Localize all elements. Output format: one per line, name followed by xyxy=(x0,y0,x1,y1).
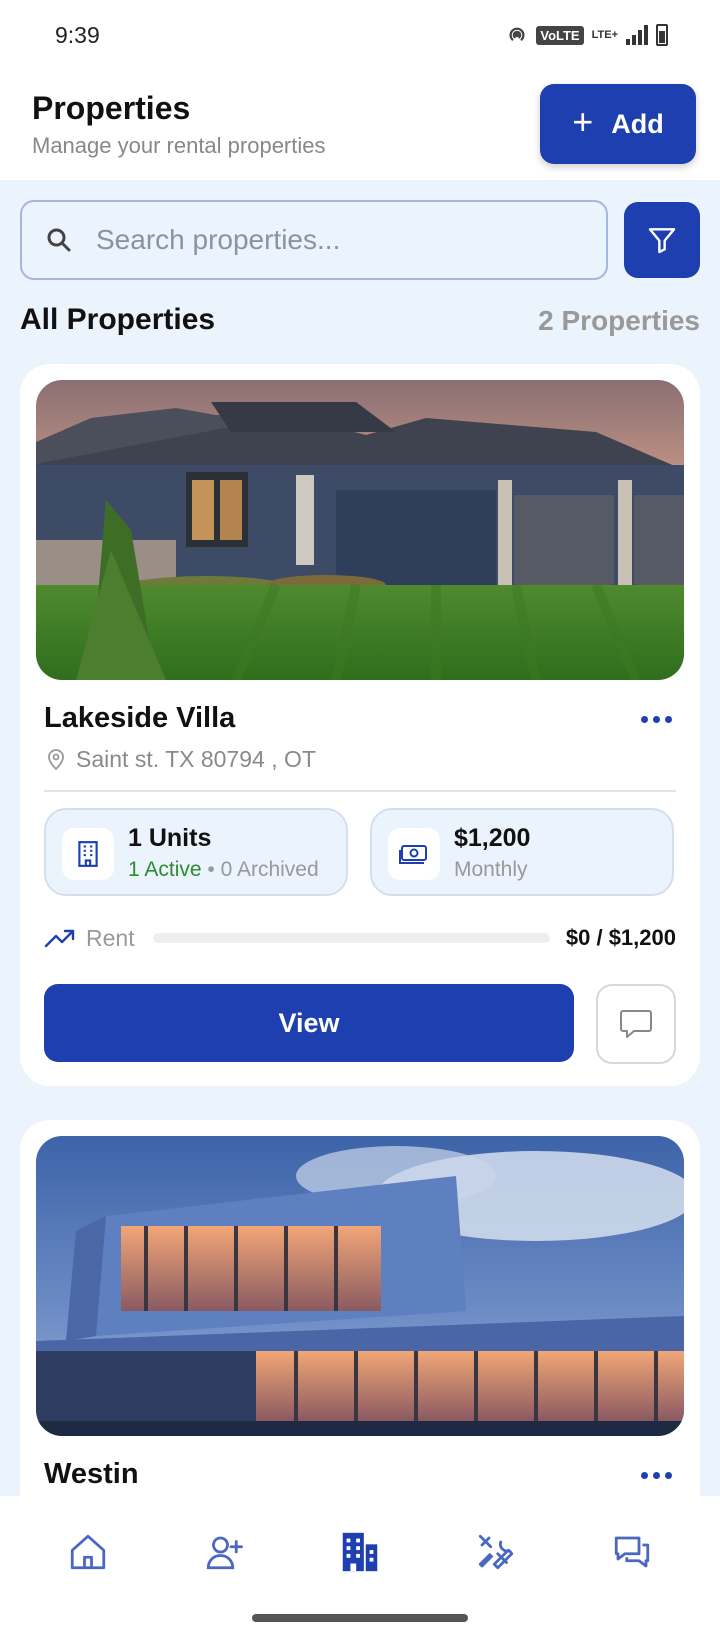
dot-icon xyxy=(641,1472,648,1479)
nav-add-tenant[interactable] xyxy=(196,1524,252,1580)
chat-button[interactable] xyxy=(596,984,676,1064)
view-button[interactable]: View xyxy=(44,984,574,1062)
property-address: Saint st. TX 80794 , OT xyxy=(44,746,316,773)
rent-progress-bar xyxy=(152,933,550,943)
add-tenant-icon xyxy=(206,1536,243,1570)
more-options-button[interactable] xyxy=(641,716,672,723)
units-stat: 1 Units 1 Active • 0 Archived xyxy=(44,808,348,896)
separator-dot: • xyxy=(207,858,215,881)
property-card: Westin xyxy=(20,1120,700,1540)
divider xyxy=(44,790,676,792)
rent-period: Monthly xyxy=(454,858,528,881)
signal-icon xyxy=(626,25,648,45)
hotspot-icon xyxy=(509,27,525,41)
home-icon xyxy=(70,1534,106,1570)
trending-up-icon xyxy=(44,929,75,948)
filter-button[interactable] xyxy=(624,202,700,278)
dot-icon xyxy=(665,1472,672,1479)
page-header: Properties Manage your rental properties… xyxy=(0,70,720,180)
property-name: Westin xyxy=(44,1458,139,1490)
money-icon xyxy=(388,828,440,880)
search-input[interactable]: Search properties... xyxy=(20,200,608,280)
nav-properties[interactable] xyxy=(332,1524,388,1580)
rent-progress-row: Rent $0 / $1,200 xyxy=(44,920,676,956)
rent-stat: $1,200 Monthly xyxy=(370,808,674,896)
nav-messages[interactable] xyxy=(604,1524,660,1580)
active-count: 1 Active xyxy=(128,858,202,881)
add-button-label: Add xyxy=(611,108,664,139)
units-count: 1 Units xyxy=(128,824,212,852)
status-time: 9:39 xyxy=(55,22,100,48)
messages-icon xyxy=(614,1536,650,1568)
property-photo[interactable] xyxy=(36,380,684,680)
page-title: Properties xyxy=(32,90,191,126)
property-photo[interactable] xyxy=(36,1136,684,1436)
property-card: Lakeside Villa Saint st. TX 80794 , OT 1… xyxy=(20,364,700,1086)
home-indicator[interactable] xyxy=(252,1614,468,1622)
filter-icon xyxy=(648,228,676,254)
maintenance-icon xyxy=(478,1534,514,1570)
units-status: 1 Active • 0 Archived xyxy=(128,858,319,882)
battery-icon xyxy=(656,24,668,46)
section-title: All Properties xyxy=(20,303,216,336)
dot-icon xyxy=(641,716,648,723)
rent-collected: $0 / $1,200 xyxy=(565,925,676,950)
nav-home[interactable] xyxy=(60,1524,116,1580)
lte-indicator: LTE+ xyxy=(591,29,618,41)
status-icons: VoLTE LTE+ xyxy=(506,24,668,46)
dot-icon xyxy=(653,1472,660,1479)
property-count: 2 Properties xyxy=(538,305,700,336)
rent-amount-stat: $1,200 xyxy=(454,824,531,852)
chat-icon xyxy=(620,1010,652,1038)
dot-icon xyxy=(653,716,660,723)
nav-maintenance[interactable] xyxy=(468,1524,524,1580)
add-property-button[interactable]: + Add xyxy=(540,84,696,164)
property-name: Lakeside Villa xyxy=(44,702,236,734)
more-options-button[interactable] xyxy=(641,1472,672,1479)
building-icon xyxy=(62,828,114,880)
properties-icon xyxy=(342,1532,378,1572)
volte-indicator: VoLTE xyxy=(536,25,584,45)
status-bar: 9:39 VoLTE LTE+ xyxy=(0,0,720,70)
dot-icon xyxy=(665,716,672,723)
rent-label: Rent xyxy=(86,924,135,951)
search-placeholder: Search properties... xyxy=(96,224,341,255)
plus-icon: + xyxy=(572,101,594,142)
bottom-navigation xyxy=(0,1496,720,1640)
address-text: Saint st. TX 80794 , OT xyxy=(76,746,316,772)
search-icon xyxy=(47,228,71,252)
location-pin-icon xyxy=(48,748,64,770)
archived-count: 0 Archived xyxy=(220,858,319,881)
page-subtitle: Manage your rental properties xyxy=(32,133,326,158)
